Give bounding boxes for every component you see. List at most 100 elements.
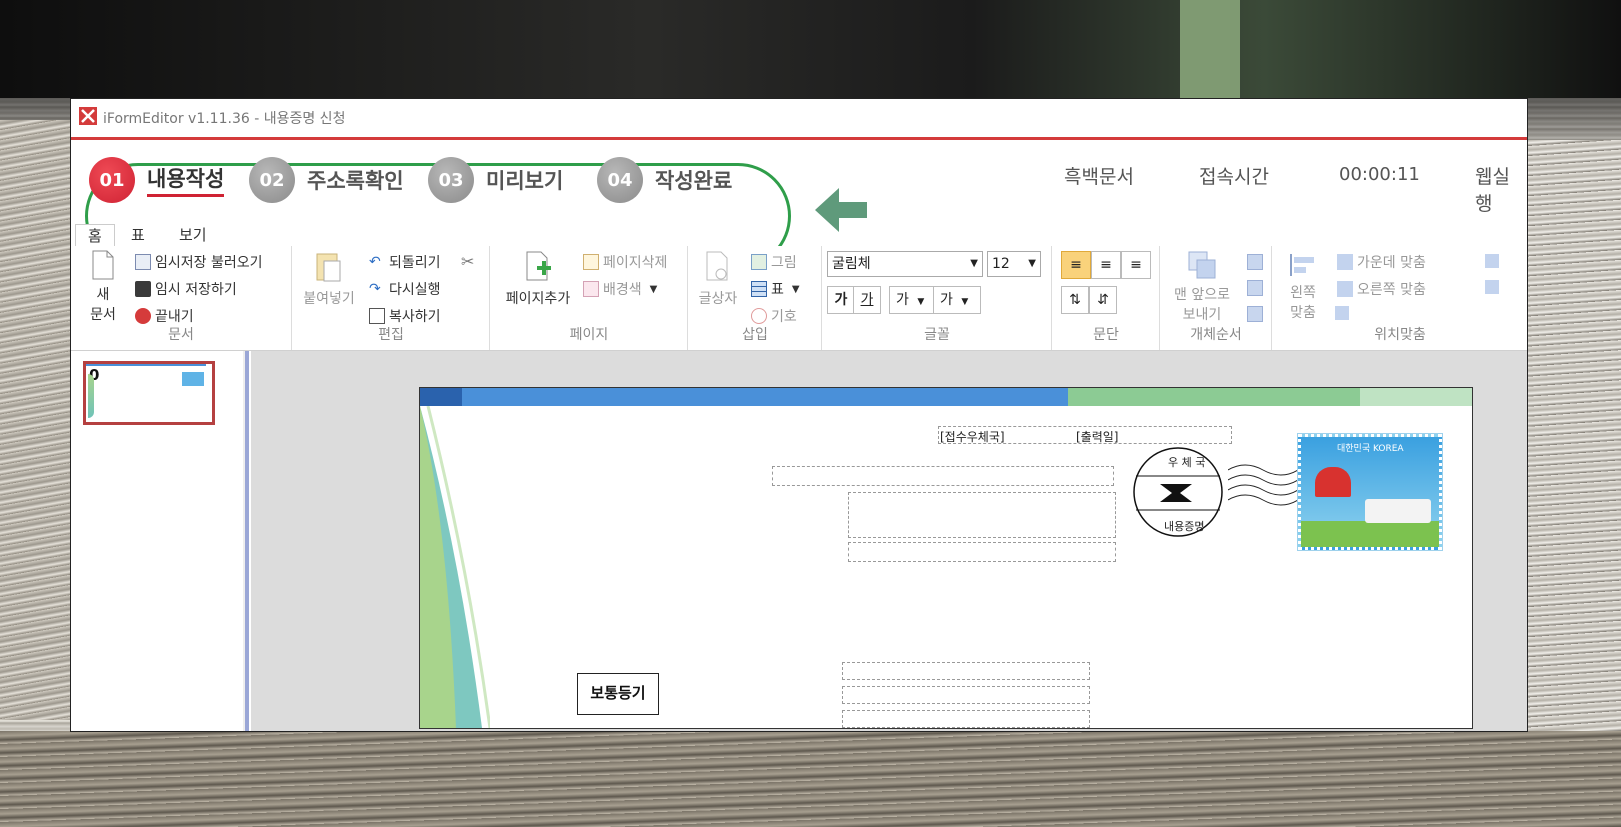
- align-left-button[interactable]: ≡: [1061, 251, 1091, 279]
- save-icon: [135, 281, 151, 297]
- close-icon: [135, 308, 151, 324]
- send-to-back-icon[interactable]: [1247, 306, 1263, 322]
- step-label: 내용작성: [147, 163, 225, 197]
- bg-color-icon: [583, 281, 599, 297]
- new-document-icon: [92, 250, 114, 280]
- line-spacing-button[interactable]: ⇅: [1061, 286, 1089, 314]
- sender-address-field[interactable]: [772, 466, 1114, 486]
- image-button[interactable]: 그림: [751, 252, 797, 272]
- bold-button[interactable]: 가: [827, 286, 855, 314]
- align-center-button[interactable]: ≡: [1091, 251, 1121, 279]
- group-label: 문서: [168, 327, 194, 343]
- group-label: 개체순서: [1190, 327, 1242, 343]
- sender-name-field[interactable]: [848, 542, 1116, 562]
- bring-to-front-button[interactable]: 맨 앞으로 보내기: [1165, 250, 1239, 324]
- delete-page-label: 페이지삭제: [603, 255, 668, 271]
- align-center-object-button[interactable]: 가운데 맞춤: [1337, 252, 1426, 272]
- underline-button[interactable]: 가: [853, 286, 881, 314]
- group-page: 페이지추가 페이지삭제 배경색 ▼ 페이지: [491, 246, 688, 350]
- copy-icon: [369, 308, 385, 324]
- add-page-button[interactable]: 페이지추가: [495, 250, 581, 308]
- group-label: 글꼴: [924, 327, 950, 343]
- step-label: 작성완료: [655, 169, 733, 193]
- postage-stamp: 대한민국 KOREA: [1297, 433, 1443, 551]
- align-left-object-button[interactable]: 왼쪽 맞춤: [1281, 252, 1325, 322]
- recipient-address-field[interactable]: [842, 662, 1090, 680]
- title-bar: iFormEditor v1.11.36 - 내용증명 신청: [71, 99, 1527, 140]
- align-center-icon: ≡: [1100, 257, 1112, 273]
- step-01[interactable]: 01 내용작성: [89, 157, 225, 203]
- web-run-link[interactable]: 웹실행: [1475, 162, 1527, 216]
- align-top-icon[interactable]: [1335, 306, 1349, 320]
- undo-label: 되돌리기: [389, 255, 441, 271]
- chevron-down-icon: ▼: [917, 297, 925, 307]
- textbox-button[interactable]: 글상자: [693, 250, 743, 308]
- thumbnail-stamp: [182, 372, 204, 386]
- save-temp-button[interactable]: 임시 저장하기: [135, 279, 237, 299]
- new-document-button[interactable]: 새 문서: [83, 250, 123, 324]
- sender-detail-field[interactable]: [848, 492, 1116, 538]
- align-right-object-button[interactable]: 오른쪽 맞춤: [1337, 279, 1426, 299]
- bg-color-button[interactable]: 배경색 ▼: [583, 279, 657, 299]
- step-04[interactable]: 04 작성완료: [597, 157, 732, 203]
- forward-icon[interactable]: [1247, 254, 1263, 270]
- tab-table[interactable]: 표: [119, 224, 157, 246]
- group-label: 위치맞춤: [1374, 327, 1426, 343]
- exit-button[interactable]: 끝내기: [135, 306, 194, 326]
- chevron-down-icon: ▼: [649, 283, 658, 295]
- undo-button[interactable]: ↶ 되돌리기: [369, 252, 441, 272]
- table-button[interactable]: 표 ▼: [751, 279, 800, 299]
- step-number: 04: [597, 157, 643, 203]
- decorative-swoosh: [420, 406, 490, 728]
- highlight-color-label: 가: [940, 292, 953, 308]
- add-page-icon: [526, 251, 551, 281]
- registered-mail-box: 보통등기: [577, 673, 659, 715]
- recipient-detail-field[interactable]: [842, 686, 1090, 704]
- textbox-label: 글상자: [698, 291, 738, 307]
- align-right-button[interactable]: ≡: [1121, 251, 1151, 279]
- stamp-text: 대한민국 KOREA: [1337, 444, 1404, 454]
- paragraph-spacing-button[interactable]: ⇵: [1089, 286, 1117, 314]
- copy-button[interactable]: 복사하기: [369, 306, 441, 326]
- recipient-name-field[interactable]: [842, 710, 1090, 728]
- step-label: 미리보기: [486, 169, 564, 193]
- chevron-down-icon: ▼: [961, 297, 969, 307]
- new-label-2: 문서: [90, 307, 116, 323]
- left-label-2: 맞춤: [1290, 305, 1316, 321]
- left-label-1: 왼쪽: [1290, 285, 1316, 301]
- symbol-button[interactable]: 기호: [751, 306, 797, 326]
- redo-icon: ↷: [369, 281, 381, 297]
- cut-icon[interactable]: ✂: [461, 252, 474, 271]
- tab-home[interactable]: 홈: [75, 224, 115, 248]
- align-bottom-icon[interactable]: [1485, 280, 1499, 294]
- font-family-select[interactable]: 굴림체 ▼: [827, 251, 983, 277]
- delete-page-button[interactable]: 페이지삭제: [583, 252, 667, 272]
- page-thumbnail[interactable]: 0: [83, 361, 215, 425]
- align-middle-icon[interactable]: [1485, 254, 1499, 268]
- paragraph-spacing-icon: ⇵: [1097, 292, 1109, 308]
- access-time-value: 00:00:11: [1339, 164, 1420, 185]
- redo-button[interactable]: ↷ 다시실행: [369, 279, 441, 299]
- font-size-select[interactable]: 12 ▼: [987, 251, 1041, 277]
- save-temp-label: 임시 저장하기: [155, 282, 237, 298]
- chevron-down-icon: ▼: [1028, 258, 1036, 269]
- step-progress: 01 내용작성 02 주소록확인 03 미리보기 04 작성완료 흑백문서 접속…: [71, 140, 1527, 269]
- symbol-icon: [751, 308, 767, 324]
- step-03[interactable]: 03 미리보기: [428, 157, 563, 203]
- group-label: 삽입: [742, 327, 768, 343]
- window-title: iFormEditor v1.11.36 - 내용증명 신청: [103, 111, 346, 127]
- background-post: [1180, 0, 1240, 98]
- paste-button[interactable]: 붙여넣기: [299, 250, 359, 308]
- font-color-label: 가: [896, 292, 909, 308]
- panel-divider[interactable]: [245, 351, 249, 731]
- document-canvas: [접수우체국] [출력일] 우 체 국 내용증명 대한민국 KOREA 보통등기: [251, 351, 1527, 731]
- font-color-button[interactable]: 가 ▼: [889, 286, 937, 314]
- highlight-color-button[interactable]: 가 ▼: [933, 286, 981, 314]
- backward-icon[interactable]: [1247, 280, 1263, 296]
- group-font: 굴림체 ▼ 12 ▼ 가 가 가 ▼ 가 ▼ 글꼴: [823, 246, 1052, 350]
- load-temp-button[interactable]: 임시저장 불러오기: [135, 252, 263, 272]
- font-size-value: 12: [992, 256, 1010, 272]
- tab-view[interactable]: 보기: [167, 224, 219, 246]
- step-02[interactable]: 02 주소록확인: [249, 157, 404, 203]
- mono-document-toggle[interactable]: 흑백문서: [1064, 162, 1134, 189]
